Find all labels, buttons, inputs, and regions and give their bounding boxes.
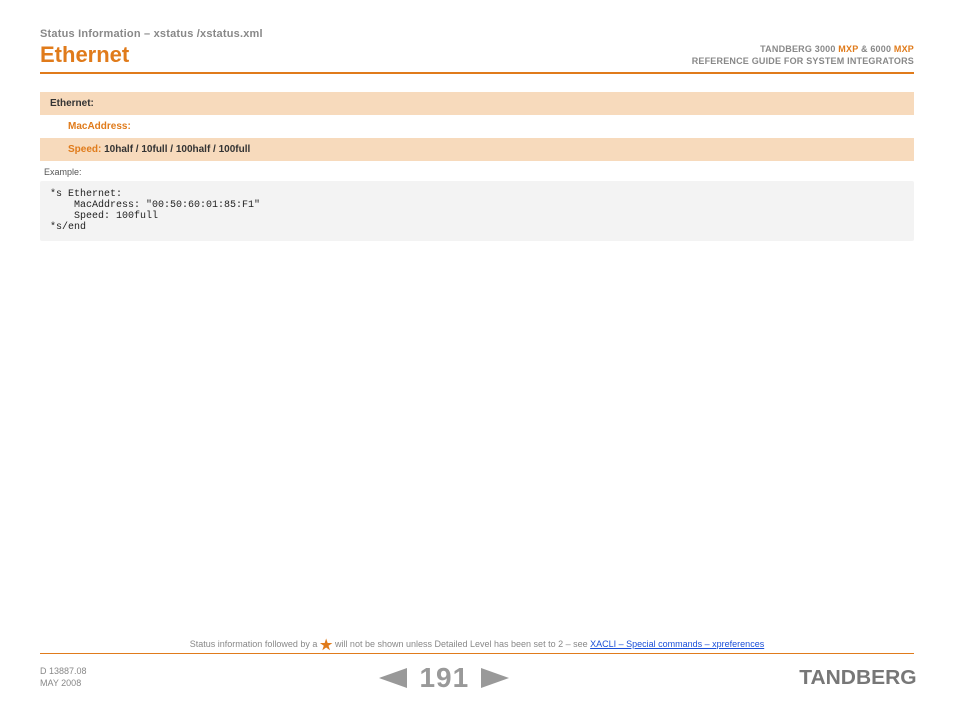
hdr-subtitle: REFERENCE GUIDE FOR SYSTEM INTEGRATORS — [692, 56, 914, 66]
speed-label: Speed: — [68, 144, 104, 155]
speed-values: 10half / 10full / 100half / 100full — [104, 144, 250, 155]
brand-logo: TANDBERG — [799, 667, 916, 690]
doc-id: D 13887.08 — [40, 666, 87, 678]
next-page-button[interactable] — [481, 668, 509, 688]
row-macaddress: MacAddress: — [40, 115, 914, 138]
page-title: Ethernet — [40, 44, 129, 66]
hdr-mxp-1: MXP — [836, 44, 859, 54]
status-table: Ethernet: MacAddress: Speed: 10half / 10… — [40, 92, 914, 161]
title-rule — [40, 72, 914, 74]
footnote-pre: Status information followed by a — [190, 639, 320, 649]
breadcrumb: Status Information – xstatus /xstatus.xm… — [40, 28, 914, 40]
page-number: 191 — [419, 662, 469, 694]
footer-rule — [40, 653, 914, 654]
pager: 191 — [379, 662, 509, 694]
hdr-mxp-2: MXP — [891, 44, 914, 54]
star-icon: ★ — [320, 637, 333, 653]
footnote-post: will not be shown unless Detailed Level … — [335, 639, 590, 649]
arrow-right-icon — [481, 668, 509, 688]
arrow-left-icon — [379, 668, 407, 688]
footnote-link[interactable]: XACLI – Special commands – xpreferences — [590, 639, 764, 649]
example-label: Example: — [40, 161, 914, 181]
example-code: *s Ethernet: MacAddress: "00:50:60:01:85… — [40, 181, 914, 241]
row-ethernet: Ethernet: — [40, 92, 914, 115]
row-speed: Speed: 10half / 10full / 100half / 100fu… — [40, 138, 914, 161]
hdr-amp: & 6000 — [858, 44, 891, 54]
doc-date: MAY 2008 — [40, 678, 87, 690]
footnote: Status information followed by a ★ will … — [40, 639, 914, 653]
document-header-right: TANDBERG 3000 MXP & 6000 MXP REFERENCE G… — [692, 44, 914, 66]
hdr-product-1: TANDBERG 3000 — [760, 44, 835, 54]
doc-info: D 13887.08 MAY 2008 — [40, 666, 87, 689]
prev-page-button[interactable] — [379, 668, 407, 688]
